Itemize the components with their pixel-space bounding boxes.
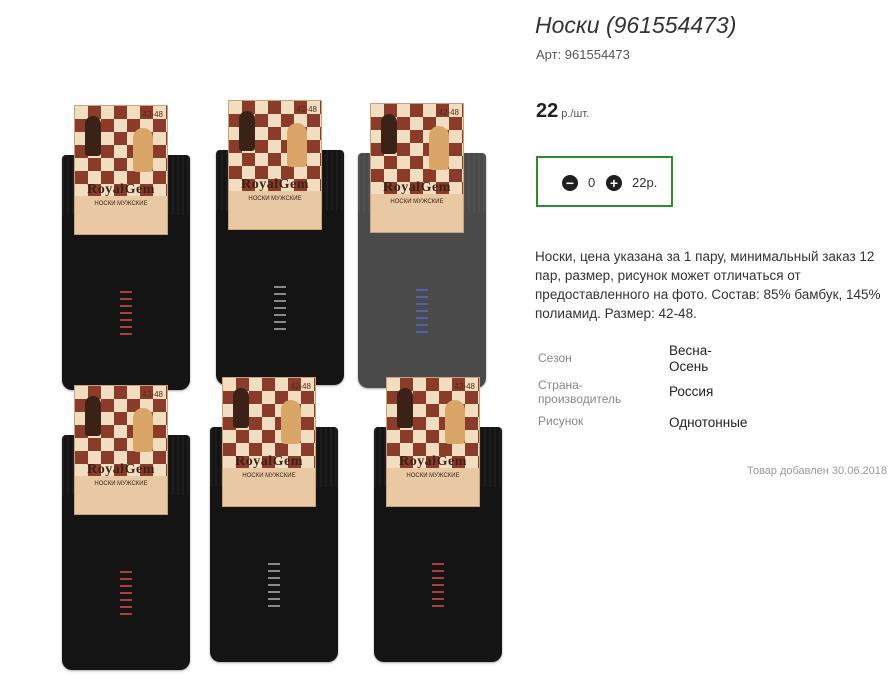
property-value: Россия <box>669 384 714 399</box>
label-sub: НОСКИ МУЖСКИЕ <box>242 473 296 479</box>
label-brand: RoyalGem <box>383 180 451 195</box>
price-value: 22 <box>536 100 559 122</box>
quantity-stepper: − 0 + 22р. <box>536 156 673 207</box>
product-description: Носки, цена указана за 1 пару, минимальн… <box>535 249 881 321</box>
label-sub: НОСКИ МУЖСКИЕ <box>94 201 148 207</box>
property-key: Сезон <box>538 351 572 365</box>
label-sub: НОСКИ МУЖСКИЕ <box>390 199 444 205</box>
label-size: 42-48 <box>438 108 459 117</box>
label-sub: НОСКИ МУЖСКИЕ <box>406 473 460 479</box>
label-sub: НОСКИ МУЖСКИЕ <box>248 196 302 202</box>
cart-total: 22р. <box>632 175 658 190</box>
product-photo[interactable]: 42-48 RoyalGem НОСКИ МУЖСКИЕ 42-48 Royal… <box>40 95 520 675</box>
property-value: Однотонные <box>669 415 748 430</box>
product-title: Носки (961554473) <box>535 12 737 38</box>
label-brand: RoyalGem <box>399 454 467 469</box>
label-brand: RoyalGem <box>241 177 309 192</box>
date-added: Товар добавлен 30.06.2018 <box>746 465 887 477</box>
sock-5: 42-48 RoyalGem НОСКИ МУЖСКИЕ <box>210 377 338 667</box>
label-size: 42-48 <box>142 110 163 119</box>
property-value: Весна-Осень <box>669 343 712 374</box>
sock-label: 42-48 RoyalGem НОСКИ МУЖСКИЕ <box>386 377 480 507</box>
label-size: 42-48 <box>142 390 163 399</box>
sock-4: 42-48 RoyalGem НОСКИ МУЖСКИЕ <box>62 385 190 675</box>
product-price: 22 р./шт. <box>536 100 589 123</box>
sock-label: 42-48 RoyalGem НОСКИ МУЖСКИЕ <box>228 100 322 230</box>
minus-circle-icon[interactable]: − <box>562 175 578 191</box>
sock-2: 42-48 RoyalGem НОСКИ МУЖСКИЕ <box>216 100 344 390</box>
label-sub: НОСКИ МУЖСКИЕ <box>94 481 148 487</box>
sock-label: 42-48 RoyalGem НОСКИ МУЖСКИЕ <box>74 105 168 235</box>
label-brand: RoyalGem <box>87 182 155 197</box>
label-brand: RoyalGem <box>235 454 303 469</box>
property-key: Рисунок <box>538 414 584 428</box>
label-brand: RoyalGem <box>87 462 155 477</box>
product-sku: Арт: 961554473 <box>536 47 630 62</box>
sock-1: 42-48 RoyalGem НОСКИ МУЖСКИЕ <box>62 105 190 395</box>
plus-circle-icon[interactable]: + <box>606 175 622 191</box>
quantity-value[interactable]: 0 <box>588 175 595 190</box>
price-unit: р./шт. <box>561 108 590 120</box>
sock-label: 42-48 RoyalGem НОСКИ МУЖСКИЕ <box>74 385 168 515</box>
sock-label: 42-48 RoyalGem НОСКИ МУЖСКИЕ <box>370 103 464 233</box>
label-size: 42-48 <box>296 105 317 114</box>
sock-6: 42-48 RoyalGem НОСКИ МУЖСКИЕ <box>374 377 502 667</box>
property-key: Страна-производитель <box>538 378 622 406</box>
sock-3: 42-48 RoyalGem НОСКИ МУЖСКИЕ <box>358 103 486 393</box>
label-size: 42-48 <box>290 382 311 391</box>
label-size: 42-48 <box>454 382 475 391</box>
sock-label: 42-48 RoyalGem НОСКИ МУЖСКИЕ <box>222 377 316 507</box>
